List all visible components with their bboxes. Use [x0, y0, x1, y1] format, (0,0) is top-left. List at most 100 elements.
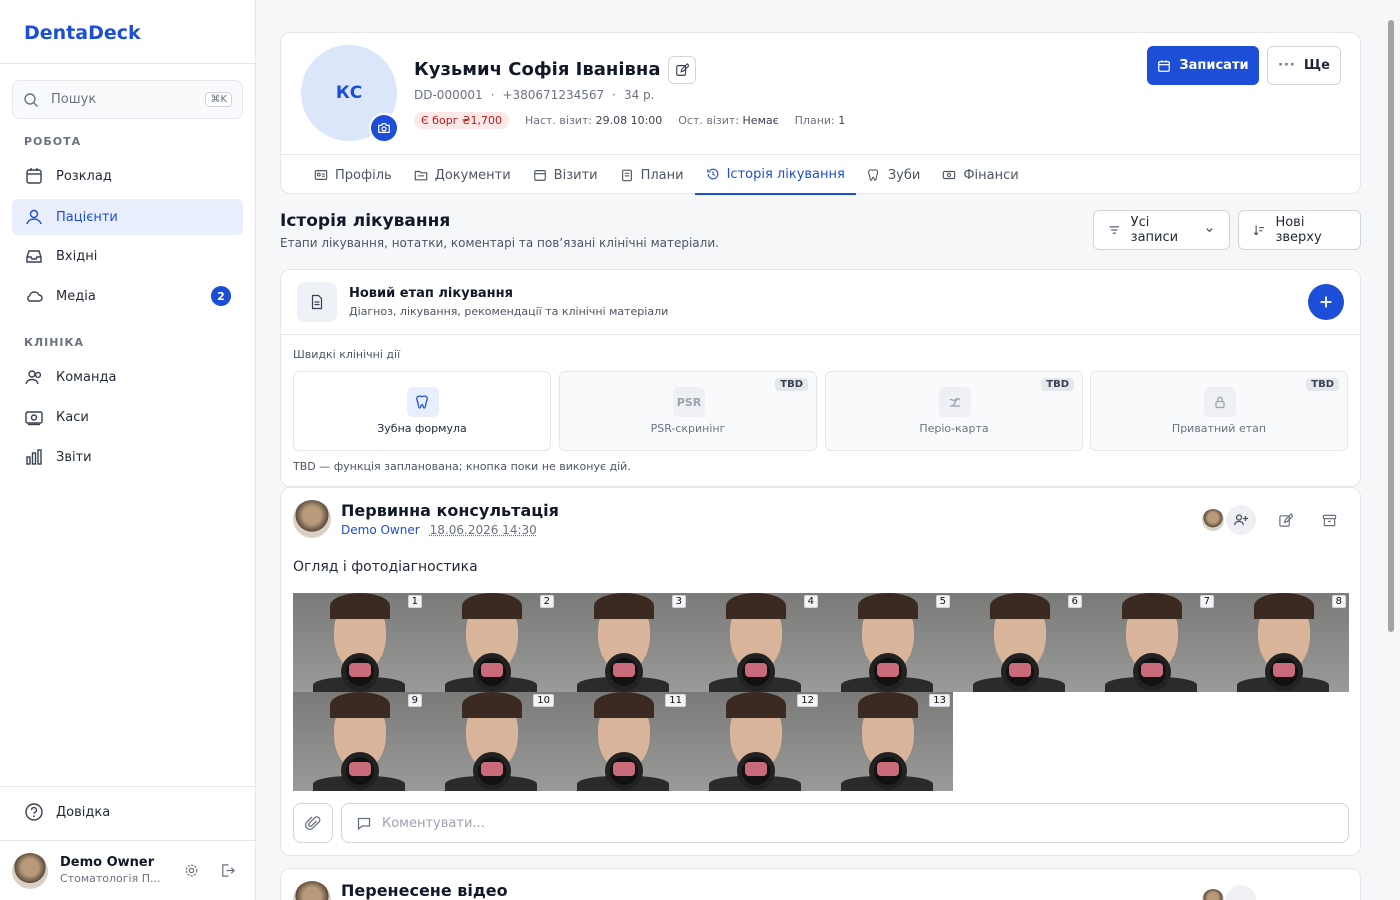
sidebar-item-label: Довідка: [56, 805, 110, 820]
book-appointment-button[interactable]: Записати: [1147, 46, 1259, 85]
edit-entry-button[interactable]: [1270, 505, 1300, 535]
edit-entry-button[interactable]: [1270, 885, 1300, 900]
photo-thumbnail[interactable]: 6: [953, 593, 1085, 692]
photo-thumbnail[interactable]: 8: [1217, 593, 1349, 692]
edit-patient-button[interactable]: [668, 56, 696, 84]
user-org: Стоматологія П...: [60, 872, 160, 885]
more-actions-button[interactable]: ··· Ще: [1267, 46, 1341, 85]
archive-icon: [1322, 513, 1337, 528]
sidebar-item-schedule[interactable]: Розклад: [12, 158, 243, 194]
search-input[interactable]: Пошук ⌘K: [12, 80, 243, 119]
tab-teeth[interactable]: Зуби: [856, 155, 932, 195]
sidebar-item-media[interactable]: Медіа 2: [12, 278, 243, 314]
change-photo-button[interactable]: [369, 113, 399, 143]
settings-gear-icon[interactable]: [184, 863, 199, 878]
photo-number: 3: [672, 595, 686, 608]
logout-icon[interactable]: [220, 863, 235, 878]
patient-icon: [24, 207, 44, 227]
edit-icon: [1278, 513, 1293, 528]
sort-button[interactable]: Нові зверху: [1238, 210, 1361, 250]
section-label-clinic: КЛІНІКА: [24, 336, 84, 349]
photo-hair: [330, 692, 390, 718]
add-participant-button[interactable]: [1226, 885, 1256, 900]
photo-number: 8: [1332, 595, 1346, 608]
patient-phone[interactable]: +380671234567: [502, 88, 604, 102]
entry-meta: Demo Owner 18.06.2026 14:30: [341, 523, 537, 537]
photo-thumbnail[interactable]: 12: [689, 692, 821, 791]
sidebar-item-label: Вхідні: [56, 249, 97, 264]
tab-profile[interactable]: Профіль: [303, 155, 403, 195]
section-subtitle: Етапи лікування, нотатки, коментарі та п…: [280, 236, 719, 250]
photo-number: 7: [1200, 595, 1214, 608]
photo-thumbnail[interactable]: 7: [1085, 593, 1217, 692]
avatar[interactable]: [12, 853, 48, 889]
clipboard-icon: [620, 168, 634, 182]
cloud-icon: [24, 286, 44, 306]
photo-thumbnail[interactable]: 1: [293, 593, 425, 692]
perio-icon: [939, 387, 971, 417]
entry-actions: [1202, 885, 1344, 900]
search-shortcut: ⌘K: [205, 92, 232, 107]
tab-plans[interactable]: Плани: [609, 155, 695, 195]
photo-thumbnail[interactable]: 9: [293, 692, 425, 791]
sidebar-item-team[interactable]: Команда: [12, 359, 243, 395]
attach-button[interactable]: [293, 803, 333, 843]
photo-teeth: [877, 762, 899, 776]
entry-actions: [1202, 505, 1344, 535]
folder-icon: [414, 168, 428, 182]
photo-number: 2: [540, 595, 554, 608]
paperclip-icon: [304, 814, 322, 832]
photo-thumbnail[interactable]: 3: [557, 593, 689, 692]
filter-icon: [1108, 223, 1121, 237]
photo-thumbnail[interactable]: 11: [557, 692, 689, 791]
archive-entry-button[interactable]: [1314, 505, 1344, 535]
filter-dropdown[interactable]: Усі записи: [1093, 210, 1230, 250]
photo-thumbnail[interactable]: 2: [425, 593, 557, 692]
sidebar-item-label: Медіа: [56, 289, 96, 304]
quick-action-psr[interactable]: TBD PSR PSR-скринінг: [559, 371, 817, 451]
sidebar-item-inbox[interactable]: Вхідні: [12, 238, 243, 274]
sidebar-item-help[interactable]: Довідка: [12, 794, 243, 830]
entry-author[interactable]: Demo Owner: [341, 523, 420, 537]
sidebar-item-reports[interactable]: Звіти: [12, 439, 243, 475]
photo-number: 13: [929, 694, 950, 707]
photo-thumbnail[interactable]: 10: [425, 692, 557, 791]
media-count-badge: 2: [211, 286, 231, 306]
photo-teeth: [1273, 663, 1295, 677]
photo-thumbnail[interactable]: 5: [821, 593, 953, 692]
sidebar-item-patients[interactable]: Пацієнти: [12, 199, 243, 235]
photo-hair: [462, 692, 522, 718]
tab-visits[interactable]: Візити: [522, 155, 609, 195]
new-stage-title[interactable]: Новий етап лікування: [349, 286, 513, 301]
tab-documents[interactable]: Документи: [403, 155, 522, 195]
tbd-badge: TBD: [775, 378, 808, 391]
archive-entry-button[interactable]: [1314, 885, 1344, 900]
photo-teeth: [481, 762, 503, 776]
page-scrollbar[interactable]: [1388, 20, 1394, 632]
sidebar-item-label: Пацієнти: [56, 210, 118, 225]
photo-hair: [594, 593, 654, 619]
tab-finance[interactable]: Фінанси: [931, 155, 1029, 195]
quick-action-perio-chart[interactable]: TBD Періо-карта: [825, 371, 1083, 451]
photo-thumbnail[interactable]: 13: [821, 692, 953, 791]
tab-treatment-history[interactable]: Історія лікування: [695, 155, 856, 195]
sidebar-item-cash[interactable]: Каси: [12, 399, 243, 435]
quick-action-private-stage[interactable]: TBD Приватний етап: [1090, 371, 1348, 451]
photo-thumbnail[interactable]: 4: [689, 593, 821, 692]
photo-hair: [990, 593, 1050, 619]
add-participant-button[interactable]: [1226, 505, 1256, 535]
last-visit-value: Немає: [743, 114, 779, 127]
sidebar-item-label: Каси: [56, 410, 89, 425]
tooth-icon: [867, 168, 881, 182]
calendar-icon: [24, 166, 44, 186]
sort-label: Нові зверху: [1275, 215, 1346, 245]
sidebar-item-label: Розклад: [56, 169, 112, 184]
sort-descending-icon: [1253, 223, 1265, 237]
comment-input[interactable]: Коментувати...: [341, 803, 1349, 843]
inbox-icon: [24, 246, 44, 266]
plans-label: Плани:: [795, 114, 835, 127]
edit-icon: [675, 63, 689, 77]
add-stage-button[interactable]: [1308, 284, 1344, 320]
quick-action-dental-formula[interactable]: Зубна формула: [293, 371, 551, 451]
brand-logo[interactable]: DentaDeck: [0, 0, 255, 64]
